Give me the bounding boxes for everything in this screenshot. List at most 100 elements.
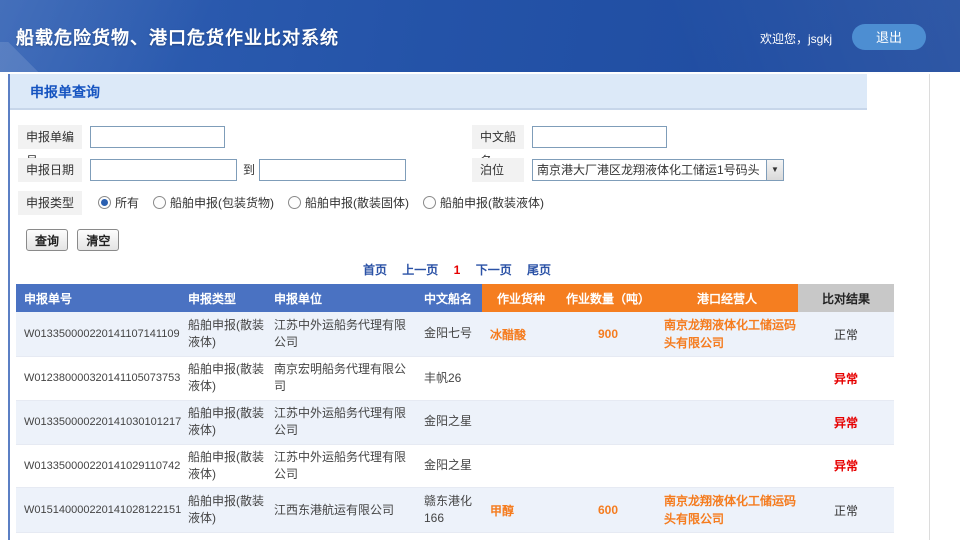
cell-qty: 600 [560, 488, 656, 532]
form-buttons: 查询 清空 [26, 229, 929, 251]
cell-id: W015140000220141028122151 [16, 488, 180, 532]
date-from-input[interactable] [90, 159, 237, 181]
cell-qty [560, 445, 656, 488]
cell-unit: 南京宏明船务代理有限公司 [266, 357, 416, 400]
declaration-no-input[interactable] [90, 126, 225, 148]
cell-id: W013350000220141029110742 [16, 445, 180, 488]
results-table: 申报单号 申报类型 申报单位 中文船名 作业货种 作业数量（吨） 港口经营人 比… [16, 284, 894, 533]
berth-selected-value: 南京港大厂港区龙翔液体化工储运1号码头 [533, 161, 766, 178]
cell-ship: 丰帆26 [416, 357, 482, 400]
pagination-prev[interactable]: 上一页 [402, 263, 438, 277]
cell-id: W012380000320141105073753 [16, 357, 180, 400]
cell-type: 船舶申报(散装液体) [180, 357, 266, 400]
cell-id: W013350000220141030101217 [16, 401, 180, 444]
cell-qty: 900 [560, 312, 656, 356]
radio-type-bulk-solid[interactable]: 船舶申报(散装固体) [288, 194, 409, 211]
col-header-quantity: 作业数量（吨） [560, 284, 656, 312]
type-label: 申报类型 [18, 191, 82, 215]
cell-unit: 江苏中外运船务代理有限公司 [266, 401, 416, 444]
cell-unit: 江西东港航运有限公司 [266, 488, 416, 532]
date-label: 申报日期 [18, 158, 82, 182]
cell-ship: 赣东港化166 [416, 488, 482, 532]
cell-cargo: 甲醇 [482, 488, 560, 532]
berth-label: 泊位 [472, 158, 524, 182]
cell-operator: 南京龙翔液体化工储运码头有限公司 [656, 312, 798, 356]
welcome-text: 欢迎您，jsgkj [760, 30, 832, 47]
radio-label: 船舶申报(散装液体) [440, 194, 544, 211]
logout-button[interactable]: 退出 [852, 24, 926, 50]
date-to-label: 到 [243, 161, 255, 178]
table-row: W013350000220141030101217船舶申报(散装液体)江苏中外运… [16, 401, 894, 445]
cell-qty [560, 401, 656, 444]
cell-operator [656, 401, 798, 444]
radio-type-bulk-liquid[interactable]: 船舶申报(散装液体) [423, 194, 544, 211]
ship-name-input[interactable] [532, 126, 667, 148]
table-row: W013350000220141107141109船舶申报(散装液体)江苏中外运… [16, 312, 894, 357]
query-form: 申报单编号 中文船名 申报日期 到 泊位 南京港大厂港区龙翔液体化工储运1号码头… [10, 110, 929, 251]
table-body: W013350000220141107141109船舶申报(散装液体)江苏中外运… [16, 312, 894, 533]
cell-type: 船舶申报(散装液体) [180, 312, 266, 356]
pagination-next[interactable]: 下一页 [476, 263, 512, 277]
cell-result: 正常 [798, 312, 894, 356]
form-row-3: 申报类型 所有 船舶申报(包装货物) 船舶申报(散装固体) 船舶申报(散装液体) [10, 186, 929, 219]
form-row-2-right: 泊位 南京港大厂港区龙翔液体化工储运1号码头 ▼ [472, 153, 784, 186]
cell-ship: 金阳七号 [416, 312, 482, 356]
declaration-no-label: 申报单编号 [18, 125, 82, 149]
cell-type: 船舶申报(散装液体) [180, 401, 266, 444]
cell-cargo [482, 357, 560, 400]
cell-result: 异常 [798, 401, 894, 444]
pagination-first[interactable]: 首页 [363, 263, 387, 277]
app-title: 船载危险货物、港口危货作业比对系统 [16, 24, 339, 50]
pagination-last[interactable]: 尾页 [527, 263, 551, 277]
cell-type: 船舶申报(散装液体) [180, 488, 266, 532]
table-row: W012380000320141105073753船舶申报(散装液体)南京宏明船… [16, 357, 894, 401]
page-title: 申报单查询 [30, 84, 100, 100]
radio-icon [153, 196, 166, 209]
table-header-row: 申报单号 申报类型 申报单位 中文船名 作业货种 作业数量（吨） 港口经营人 比… [16, 284, 894, 312]
cell-cargo [482, 445, 560, 488]
table-row: W013350000220141029110742船舶申报(散装液体)江苏中外运… [16, 445, 894, 489]
cell-cargo [482, 401, 560, 444]
col-header-port-operator: 港口经营人 [656, 284, 798, 312]
cell-operator [656, 357, 798, 400]
cell-ship: 金阳之星 [416, 401, 482, 444]
form-row-1: 申报单编号 中文船名 [10, 120, 929, 153]
cell-result: 异常 [798, 445, 894, 488]
berth-select[interactable]: 南京港大厂港区龙翔液体化工储运1号码头 ▼ [532, 159, 784, 181]
cell-operator: 南京龙翔液体化工储运码头有限公司 [656, 488, 798, 532]
clear-button[interactable]: 清空 [77, 229, 119, 251]
section-title-bar: 申报单查询 [10, 74, 867, 110]
cell-unit: 江苏中外运船务代理有限公司 [266, 445, 416, 488]
date-to-input[interactable] [259, 159, 406, 181]
content-area: 申报单查询 申报单编号 中文船名 申报日期 到 泊位 南京港大厂港区龙翔液体化工… [8, 74, 930, 540]
cell-cargo: 冰醋酸 [482, 312, 560, 356]
cell-type: 船舶申报(散装液体) [180, 445, 266, 488]
query-button[interactable]: 查询 [26, 229, 68, 251]
radio-label: 船舶申报(散装固体) [305, 194, 409, 211]
cell-operator [656, 445, 798, 488]
radio-type-packaged[interactable]: 船舶申报(包装货物) [153, 194, 274, 211]
cell-id: W013350000220141107141109 [16, 312, 180, 356]
col-header-cargo: 作业货种 [482, 284, 560, 312]
col-header-unit: 申报单位 [266, 284, 416, 312]
radio-label: 船舶申报(包装货物) [170, 194, 274, 211]
radio-type-all[interactable]: 所有 [98, 194, 139, 211]
type-radio-group: 所有 船舶申报(包装货物) 船舶申报(散装固体) 船舶申报(散装液体) [98, 194, 558, 211]
form-row-2: 申报日期 到 泊位 南京港大厂港区龙翔液体化工储运1号码头 ▼ [10, 153, 929, 186]
radio-icon [423, 196, 436, 209]
cell-qty [560, 357, 656, 400]
pagination-current-page: 1 [454, 263, 461, 277]
cell-result: 正常 [798, 488, 894, 532]
radio-label: 所有 [115, 194, 139, 211]
radio-icon [288, 196, 301, 209]
col-header-declaration-no: 申报单号 [16, 284, 180, 312]
ship-name-label: 中文船名 [472, 125, 524, 149]
app-header: 船载危险货物、港口危货作业比对系统 欢迎您，jsgkj 退出 [0, 0, 960, 72]
col-header-ship-name: 中文船名 [416, 284, 482, 312]
col-header-type: 申报类型 [180, 284, 266, 312]
table-row: W015140000220141028122151船舶申报(散装液体)江西东港航… [16, 488, 894, 533]
pagination: 首页 上一页 1 下一页 尾页 [10, 261, 904, 278]
cell-result: 异常 [798, 357, 894, 400]
chevron-down-icon[interactable]: ▼ [766, 160, 783, 180]
cell-ship: 金阳之星 [416, 445, 482, 488]
